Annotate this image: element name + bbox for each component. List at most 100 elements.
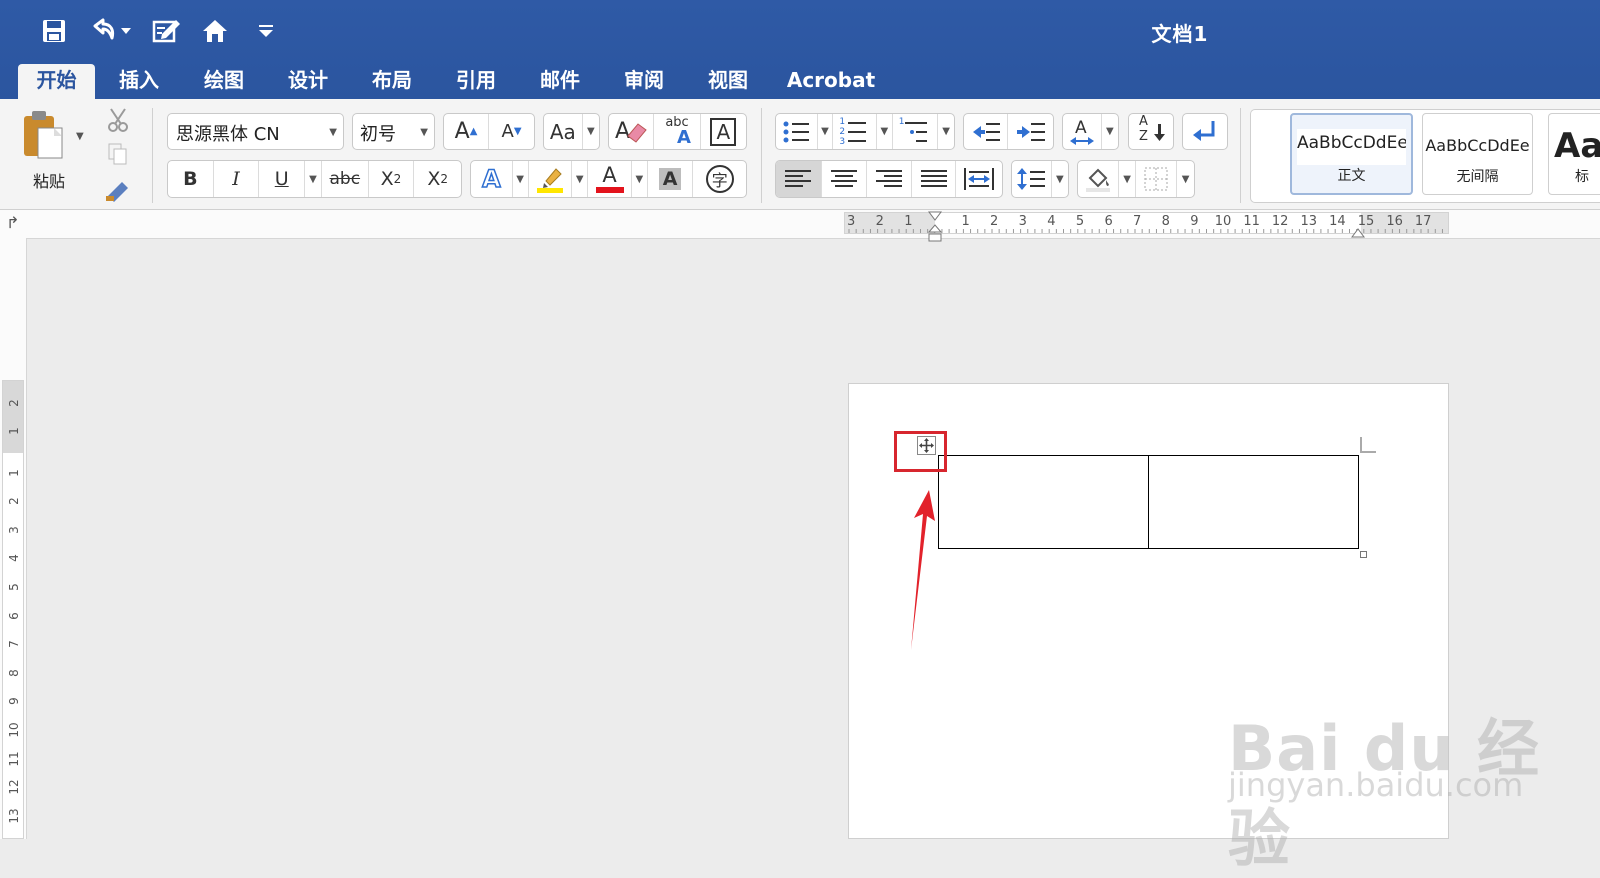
font-color-dropdown-icon[interactable]: ▼ (632, 161, 648, 197)
change-case-icon: Aa (544, 114, 583, 149)
font-color-button[interactable]: A (588, 161, 632, 197)
bullet-list-dropdown-icon[interactable]: ▼ (818, 114, 834, 149)
watermark-url: jingyan.baidu.com (1228, 766, 1524, 804)
change-case-button[interactable]: Aa ▼ (543, 113, 600, 150)
numbered-list-button[interactable]: 1 2 3 (833, 114, 877, 149)
highlight-button[interactable] (529, 161, 573, 197)
justify-button[interactable] (912, 161, 957, 197)
multilevel-list-button[interactable]: 1 (893, 114, 939, 149)
spell-a-icon: A (677, 127, 691, 148)
shading-button[interactable] (1078, 161, 1120, 197)
font-size-select[interactable]: 初号 ▼ (352, 113, 435, 150)
tab-view[interactable]: 视图 (692, 64, 764, 99)
table-resize-handle[interactable] (1360, 551, 1367, 558)
format-painter-icon[interactable] (104, 178, 132, 202)
style-no-spacing[interactable]: AaBbCcDdEe 无间隔 (1422, 113, 1533, 195)
ruler-number: 13 (7, 808, 21, 824)
tab-acrobat[interactable]: Acrobat (780, 64, 882, 99)
table-cell[interactable] (938, 455, 1149, 549)
font-name-select[interactable]: 思源黑体 CN ▼ (167, 113, 344, 150)
document-table[interactable] (938, 455, 1359, 549)
multilevel-list-dropdown-icon[interactable]: ▼ (938, 114, 954, 149)
shrink-font-button[interactable]: A ▼ (489, 114, 534, 149)
chevron-down-icon[interactable]: ▼ (420, 127, 428, 138)
char-shading-button[interactable]: A (648, 161, 694, 197)
sort-button[interactable]: A Z (1128, 113, 1174, 150)
clear-format-button[interactable]: A (609, 114, 655, 149)
customize-dropdown-icon[interactable] (256, 14, 276, 48)
save-icon[interactable] (37, 14, 71, 48)
borders-dropdown-icon[interactable]: ▼ (1177, 161, 1194, 197)
table-cell[interactable] (1148, 455, 1359, 549)
copy-icon[interactable] (108, 143, 128, 165)
subscript-button[interactable]: X2 (369, 161, 415, 197)
tab-mailings[interactable]: 邮件 (524, 64, 596, 99)
bullet-list-button[interactable] (776, 114, 818, 149)
chevron-down-icon[interactable]: ▼ (329, 127, 337, 138)
line-spacing-button[interactable]: ▼ (1011, 160, 1069, 198)
highlighter-icon (536, 168, 563, 193)
tab-layout[interactable]: 布局 (356, 64, 428, 99)
phonetic-guide-button[interactable]: 字 (693, 161, 746, 197)
multilevel-list-icon (904, 122, 927, 142)
increase-indent-button[interactable] (1008, 114, 1053, 149)
vertical-ruler[interactable]: 2 1 1 2 3 4 5 6 7 8 9 10 11 12 13 (2, 380, 24, 839)
chevron-down-icon[interactable]: ▼ (1102, 114, 1118, 149)
superscript-button[interactable]: X2 (414, 161, 461, 197)
font-color-swatch (595, 187, 624, 193)
tab-references[interactable]: 引用 (440, 64, 512, 99)
ruler-number: 6 (7, 611, 21, 620)
tab-selector-icon[interactable]: ↱ (6, 213, 19, 232)
show-paragraph-marks-button[interactable] (1182, 113, 1228, 150)
ribbon-divider (152, 108, 153, 203)
shading-dropdown-icon[interactable]: ▼ (1119, 161, 1136, 197)
ruler-number: 12 (7, 779, 21, 795)
numbered-list-dropdown-icon[interactable]: ▼ (877, 114, 893, 149)
ruler-number: 9 (1190, 214, 1199, 229)
grow-font-button[interactable]: A ▲ (444, 114, 490, 149)
underline-dropdown-icon[interactable]: ▼ (305, 161, 322, 197)
char-border-button[interactable]: A (701, 114, 746, 149)
multilevel-number: 1 (898, 117, 905, 127)
decrease-indent-button[interactable] (964, 114, 1009, 149)
undo-dropdown-icon[interactable] (117, 14, 135, 48)
home-icon[interactable] (198, 14, 232, 48)
paste-label[interactable]: 粘贴 (33, 168, 65, 192)
svg-text:A: A (615, 119, 630, 144)
style-heading[interactable]: Aa 标 (1548, 113, 1600, 195)
title-bar: 文档1 开始 插入 绘图 设计 布局 引用 邮件 审阅 视图 Acrobat (0, 0, 1600, 99)
spell-check-button[interactable]: abc A (654, 114, 701, 149)
indent-group (963, 113, 1054, 150)
tab-home[interactable]: 开始 (18, 64, 95, 99)
font-color-icon: A (602, 163, 617, 187)
tab-review[interactable]: 审阅 (608, 64, 680, 99)
chevron-down-icon[interactable]: ▼ (583, 114, 599, 149)
undo-icon[interactable] (86, 14, 120, 48)
borders-button[interactable] (1136, 161, 1178, 197)
italic-button[interactable]: I (214, 161, 260, 197)
bold-button[interactable]: B (168, 161, 214, 197)
paste-dropdown-icon[interactable]: ▼ (76, 131, 84, 142)
tab-draw[interactable]: 绘图 (188, 64, 260, 99)
align-right-button[interactable] (867, 161, 912, 197)
text-effect-dropdown-icon[interactable]: ▼ (513, 161, 529, 197)
highlight-dropdown-icon[interactable]: ▼ (572, 161, 589, 197)
strikethrough-button[interactable]: abc (322, 161, 369, 197)
svg-text:A: A (1075, 118, 1087, 138)
indent-marker[interactable] (927, 211, 943, 247)
triangle-down-icon: ▼ (513, 126, 522, 137)
underline-button[interactable]: U (259, 161, 306, 197)
cut-icon[interactable] (107, 107, 129, 133)
text-effect-button[interactable]: A (471, 161, 513, 197)
text-direction-button[interactable]: A ▼ (1062, 113, 1119, 150)
align-center-button[interactable] (822, 161, 868, 197)
right-indent-marker[interactable] (1351, 224, 1365, 238)
chevron-down-icon[interactable]: ▼ (1052, 161, 1068, 197)
tab-design[interactable]: 设计 (272, 64, 344, 99)
distributed-button[interactable] (956, 161, 1002, 197)
align-left-button[interactable] (776, 161, 822, 197)
paste-icon[interactable] (18, 108, 68, 164)
edit-icon[interactable] (150, 14, 184, 48)
tab-insert[interactable]: 插入 (103, 64, 175, 99)
style-normal[interactable]: AaBbCcDdEe 正文 (1290, 113, 1413, 195)
